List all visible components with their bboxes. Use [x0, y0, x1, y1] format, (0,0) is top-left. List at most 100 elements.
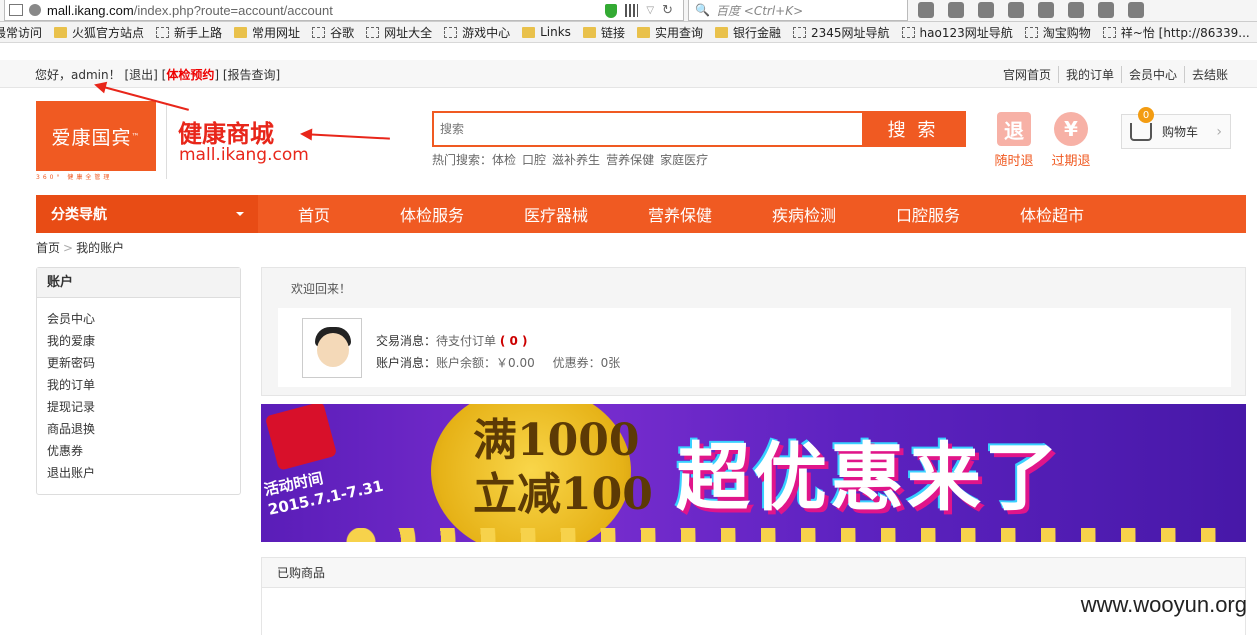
site-logo[interactable]: 爱康国宾 ™: [36, 101, 156, 171]
caret-down-icon: [236, 212, 244, 220]
browser-search-input[interactable]: 🔍 百度 <Ctrl+K>: [688, 0, 908, 21]
url-bar[interactable]: mall.ikang.com/index.php?route=account/a…: [4, 0, 684, 21]
bookmark-item[interactable]: hao123网址导航: [901, 24, 1013, 41]
hot-term[interactable]: 家庭医疗: [660, 153, 708, 167]
account-balance: 账户余额：￥0.00: [436, 356, 535, 370]
sidebar-item-coupons[interactable]: 优惠券: [47, 442, 240, 464]
bookmark-page-icon: [444, 26, 458, 38]
star-icon[interactable]: [918, 2, 934, 18]
folder-icon: [522, 26, 536, 38]
bookmark-item[interactable]: 淘宝购物: [1024, 24, 1091, 41]
cart-button[interactable]: 0 购物车 ›: [1121, 107, 1231, 149]
folder-icon: [714, 26, 728, 38]
report-query-link[interactable]: [报告查询]: [223, 68, 280, 82]
official-home-link[interactable]: 官网首页: [996, 66, 1058, 83]
welcome-panel: 欢迎回来！ 交易消息：待支付订单 ( 0 ) 账户消息：账户余额：￥0.00 优…: [261, 267, 1246, 396]
pending-orders-count: ( 0 ): [499, 334, 528, 348]
header-divider: [166, 104, 167, 179]
nav-item-dental[interactable]: 口腔服务: [866, 202, 990, 226]
sidebar-item-returns[interactable]: 商品退换: [47, 420, 240, 442]
bookmark-item[interactable]: Links: [522, 25, 571, 39]
watermark: www.wooyun.org: [1080, 592, 1247, 617]
bookmark-item[interactable]: 常用网址: [234, 24, 300, 41]
bookmark-item[interactable]: 火狐官方站点: [54, 24, 144, 41]
bookmark-item[interactable]: 网址大全: [366, 24, 432, 41]
breadcrumb: 首页 > 我的账户: [36, 241, 125, 255]
bookmark-item[interactable]: 新手上路: [156, 24, 222, 41]
promo-headline: 超优惠来了: [676, 435, 1061, 521]
reading-list-icon[interactable]: [948, 2, 964, 18]
nav-item-checkup[interactable]: 体检服务: [370, 202, 494, 226]
dropdown-icon[interactable]: ▽: [646, 5, 654, 16]
checkup-booking-link[interactable]: 体检预约: [166, 68, 214, 82]
annotation-arrow: [301, 133, 390, 140]
chevron-right-icon: ›: [1216, 124, 1222, 140]
hot-term[interactable]: 滋补养生: [552, 153, 600, 167]
promo-offer: 满1000 立减100: [473, 415, 653, 520]
sidebar-item-my-orders[interactable]: 我的订单: [47, 376, 240, 398]
mall-url: mall.ikang.com: [179, 145, 309, 165]
cart-label: 购物车: [1162, 125, 1199, 139]
greeting-text: 您好，admin！: [35, 68, 121, 82]
bookmark-page-icon: [901, 26, 915, 38]
bookmark-item[interactable]: 实用查询: [636, 24, 703, 41]
nav-item-market[interactable]: 体检超市: [990, 202, 1114, 226]
promo-banner[interactable]: 活动时间 2015.7.1-7.31 满1000 立减100 超优惠来了: [261, 404, 1246, 542]
hot-search: 热门搜索：体检 口腔 滋补养生 营养保健 家庭医疗: [432, 151, 714, 168]
bookmark-page-icon: [1024, 26, 1038, 38]
bookmark-page-icon: [156, 26, 170, 38]
breadcrumb-home[interactable]: 首页: [36, 241, 60, 255]
hot-term[interactable]: 体检: [492, 153, 516, 167]
nav-item-nutrition[interactable]: 营养保健: [618, 202, 742, 226]
qr-code-icon[interactable]: [625, 4, 639, 17]
clock-refund-icon: ¥: [1054, 112, 1088, 146]
reload-icon[interactable]: ↻: [662, 3, 673, 18]
sidebar-item-logout[interactable]: 退出账户: [47, 464, 240, 486]
expiry-refund[interactable]: ¥ 过期退: [1049, 112, 1093, 169]
pending-orders-link[interactable]: 待支付订单: [436, 334, 496, 348]
account-message: 账户消息：账户余额：￥0.00 优惠券：0张: [376, 356, 621, 370]
comment-icon[interactable]: [1128, 2, 1144, 18]
bookmark-item[interactable]: 2345网址导航: [792, 24, 890, 41]
bookmark-item[interactable]: 链接: [582, 24, 625, 41]
bookmark-item[interactable]: 最常访问: [0, 24, 42, 41]
cart-count-badge: 0: [1138, 107, 1154, 123]
checkout-link[interactable]: 去结账: [1183, 66, 1235, 83]
crop-icon[interactable]: [1098, 2, 1114, 18]
undo-icon[interactable]: [1068, 2, 1084, 18]
site-topbar: 您好，admin！ [退出] [体检预约] [报告查询] 官网首页 我的订单 会…: [0, 60, 1257, 88]
nav-item-disease[interactable]: 疾病检测: [742, 202, 866, 226]
bookmark-item[interactable]: 游戏中心: [444, 24, 510, 41]
hot-term[interactable]: 营养保健: [606, 153, 654, 167]
sidebar-item-my-ikang[interactable]: 我的爱康: [47, 332, 240, 354]
avatar[interactable]: [302, 318, 362, 378]
sidebar-item-change-password[interactable]: 更新密码: [47, 354, 240, 376]
member-center-link[interactable]: 会员中心: [1120, 66, 1184, 83]
sidebar-item-withdrawals[interactable]: 提现记录: [47, 398, 240, 420]
site-search-input[interactable]: [434, 113, 862, 145]
category-nav[interactable]: 分类导航: [36, 195, 258, 233]
chat-icon[interactable]: [1038, 2, 1054, 18]
shield-icon[interactable]: [605, 3, 618, 18]
home-icon[interactable]: [1008, 2, 1024, 18]
cart-icon: [1130, 122, 1152, 141]
account-info: 交易消息：待支付订单 ( 0 ) 账户消息：账户余额：￥0.00 优惠券：0张: [278, 308, 1231, 387]
bookmark-item[interactable]: 银行金融: [714, 24, 781, 41]
folder-icon: [582, 26, 596, 38]
download-icon[interactable]: [978, 2, 994, 18]
hot-term[interactable]: 口腔: [522, 153, 546, 167]
nav-item-devices[interactable]: 医疗器械: [494, 202, 618, 226]
browser-toolbar: mall.ikang.com/index.php?route=account/a…: [0, 0, 1257, 22]
return-anytime[interactable]: 退 随时退: [992, 112, 1036, 169]
bookmark-item[interactable]: 祥~怡 [http://86339...: [1102, 24, 1250, 41]
hot-search-label: 热门搜索：: [432, 153, 493, 167]
bookmark-item[interactable]: 谷歌: [312, 24, 354, 41]
logout-link[interactable]: [退出]: [124, 68, 157, 82]
nav-item-home[interactable]: 首页: [258, 202, 370, 226]
url-text: mall.ikang.com/index.php?route=account/a…: [47, 2, 333, 18]
return-icon: 退: [997, 112, 1031, 146]
sidebar-item-member-center[interactable]: 会员中心: [47, 310, 240, 332]
my-orders-link[interactable]: 我的订单: [1057, 66, 1121, 83]
search-button[interactable]: 搜 索: [862, 113, 964, 145]
bookmark-page-icon: [792, 26, 806, 38]
